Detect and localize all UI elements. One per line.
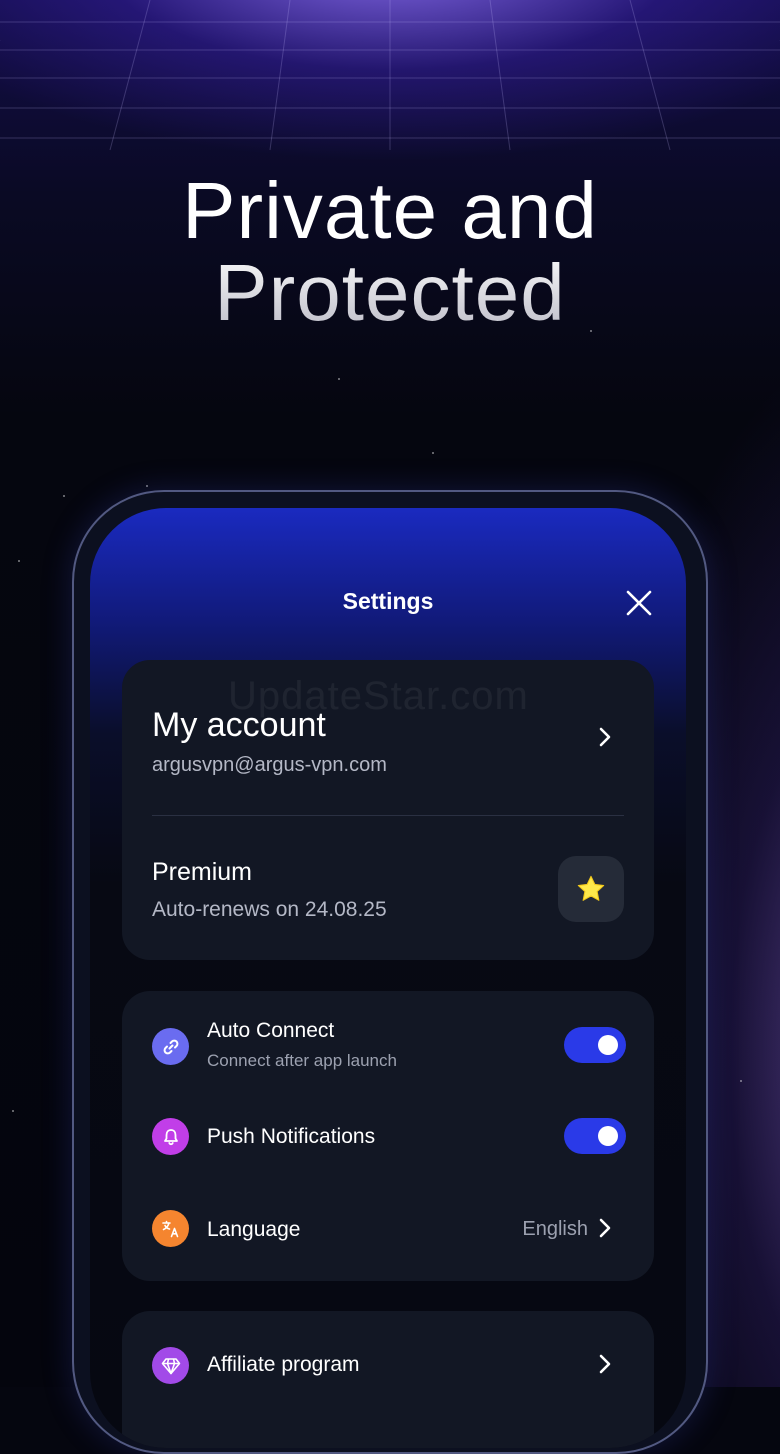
auto-connect-label: Auto Connect xyxy=(207,1019,335,1042)
grid-lines xyxy=(0,0,780,151)
divider xyxy=(152,815,624,816)
push-notifications-toggle[interactable] xyxy=(564,1118,626,1154)
premium-title: Premium xyxy=(152,858,253,886)
star-dot xyxy=(63,495,65,497)
affiliate-card: Affiliate program xyxy=(122,1311,654,1448)
close-icon[interactable] xyxy=(624,588,654,618)
headline-line1: Private and xyxy=(182,166,598,255)
headline-line2: Protected xyxy=(214,248,566,337)
my-account-row[interactable]: My account argusvpn@argus-vpn.com xyxy=(122,660,654,815)
star-icon xyxy=(577,875,605,901)
star-dot xyxy=(740,1080,742,1082)
premium-subtitle: Auto-renews on 24.08.25 xyxy=(152,898,387,921)
language-row[interactable]: Language English xyxy=(122,1191,654,1261)
account-email: argusvpn@argus-vpn.com xyxy=(152,754,387,776)
diamond-icon xyxy=(152,1347,189,1384)
language-label: Language xyxy=(207,1218,301,1241)
bell-icon xyxy=(152,1118,189,1155)
star-dot xyxy=(338,378,340,380)
push-notifications-label: Push Notifications xyxy=(207,1125,376,1148)
settings-screen: Settings UpdateStar.com My account argus… xyxy=(90,508,686,1448)
page-title: Settings xyxy=(342,588,434,614)
link-icon xyxy=(152,1028,189,1065)
chevron-right-icon xyxy=(599,1354,611,1374)
translate-icon xyxy=(152,1210,189,1247)
account-card: UpdateStar.com My account argusvpn@argus… xyxy=(122,660,654,960)
account-title: My account xyxy=(152,706,326,744)
preferences-card: Auto Connect Connect after app launch Pu… xyxy=(122,991,654,1281)
headline: Private and Protected xyxy=(0,170,780,334)
chevron-right-icon xyxy=(599,727,611,747)
star-dot xyxy=(432,452,434,454)
star-dot xyxy=(12,1110,14,1112)
language-value: English xyxy=(522,1218,588,1240)
affiliate-row[interactable]: Affiliate program xyxy=(122,1311,654,1421)
affiliate-label: Affiliate program xyxy=(207,1353,360,1376)
auto-connect-subtitle: Connect after app launch xyxy=(207,1051,397,1070)
star-dot xyxy=(146,485,148,487)
premium-star-button[interactable] xyxy=(558,856,624,922)
chevron-right-icon xyxy=(599,1218,611,1238)
auto-connect-toggle[interactable] xyxy=(564,1027,626,1063)
star-dot xyxy=(18,560,20,562)
